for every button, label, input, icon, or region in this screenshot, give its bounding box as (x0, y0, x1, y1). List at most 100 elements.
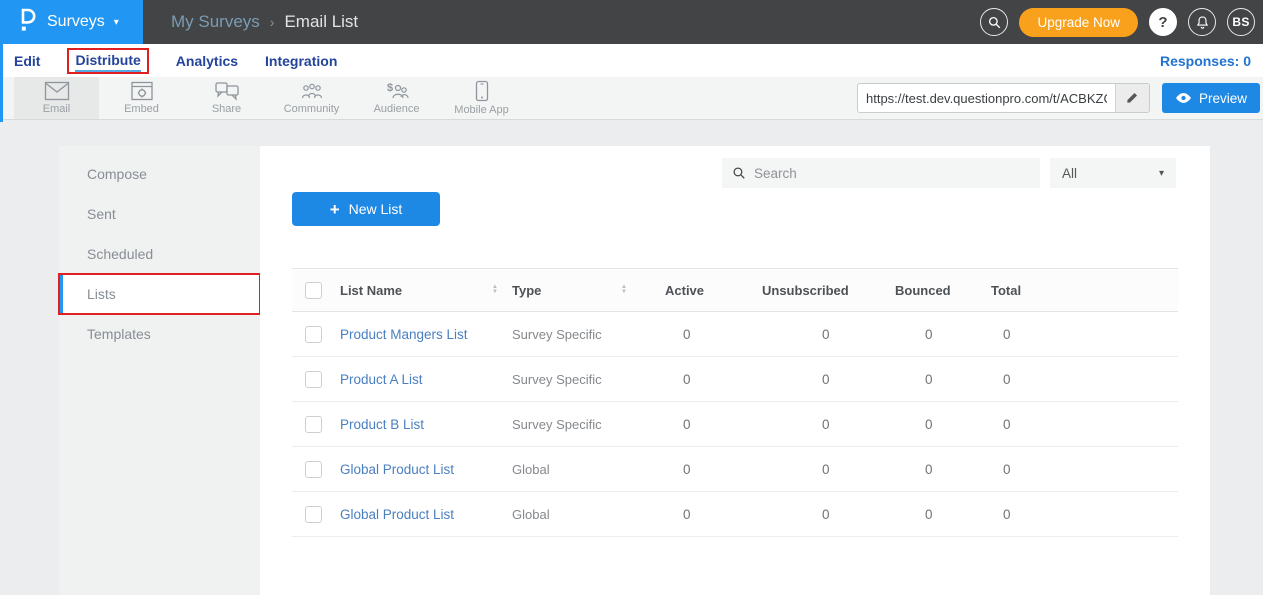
total-count: 0 (991, 372, 1178, 387)
left-edge-accent (0, 44, 3, 122)
list-table-body: Product Mangers List Survey Specific 0 0… (292, 312, 1178, 537)
upgrade-now-button[interactable]: Upgrade Now (1019, 8, 1138, 37)
user-avatar[interactable]: BS (1227, 8, 1255, 36)
row-checkbox[interactable] (305, 371, 322, 388)
column-unsubscribed: Unsubscribed (762, 283, 895, 298)
active-count: 0 (665, 417, 762, 432)
survey-nav: Edit Distribute Analytics Integration Re… (0, 44, 1263, 77)
column-active: Active (665, 283, 762, 298)
new-list-button[interactable]: + New List (292, 192, 440, 226)
breadcrumb-parent[interactable]: My Surveys (171, 12, 260, 32)
bounced-count: 0 (895, 372, 991, 387)
list-type: Survey Specific (512, 327, 665, 342)
search-icon (987, 15, 1002, 30)
audience-icon: $ (384, 81, 410, 101)
tab-edit[interactable]: Edit (14, 51, 40, 71)
channel-email[interactable]: Email (14, 77, 99, 119)
channel-label: Audience (374, 103, 420, 115)
bounced-count: 0 (895, 462, 991, 477)
unsubscribed-count: 0 (762, 372, 895, 387)
distribute-channel-bar: Email Embed Share Community $ Audience M… (0, 77, 1263, 120)
channel-share[interactable]: Share (184, 77, 269, 119)
table-row: Product A List Survey Specific 0 0 0 0 (292, 357, 1178, 402)
app-window: Surveys ▾ My Surveys › Email List Upgrad… (0, 0, 1263, 595)
questionpro-logo-icon (16, 7, 38, 38)
filter-value: All (1062, 166, 1077, 181)
tab-analytics[interactable]: Analytics (176, 51, 238, 71)
column-list-name: List Name ▲▼ (340, 283, 512, 298)
toolbar-right: Preview (857, 77, 1263, 119)
column-total: Total (991, 283, 1178, 298)
survey-url-group (857, 83, 1150, 113)
sidebar-item-sent[interactable]: Sent (59, 194, 260, 234)
top-bar: Surveys ▾ My Surveys › Email List Upgrad… (0, 0, 1263, 44)
preview-button[interactable]: Preview (1162, 83, 1260, 113)
list-name-link[interactable]: Product Mangers List (340, 327, 512, 342)
sidebar-item-compose[interactable]: Compose (59, 154, 260, 194)
share-icon (214, 81, 240, 101)
distribute-highlight-box: Distribute (67, 48, 148, 74)
filter-row: All ▾ (292, 158, 1176, 188)
survey-url-input[interactable] (858, 91, 1115, 106)
breadcrumb: My Surveys › Email List (171, 12, 358, 32)
eye-icon (1175, 92, 1192, 104)
table-row: Product B List Survey Specific 0 0 0 0 (292, 402, 1178, 447)
sort-icon[interactable]: ▲▼ (492, 285, 498, 295)
total-count: 0 (991, 417, 1178, 432)
sidebar-item-lists[interactable]: Lists (59, 274, 260, 314)
channel-audience[interactable]: $ Audience (354, 77, 439, 119)
page-title: Email List (284, 12, 358, 32)
list-type: Global (512, 462, 665, 477)
lists-content: All ▾ + New List List Name ▲▼ (260, 146, 1210, 595)
email-sidebar: Compose Sent Scheduled Lists Templates (59, 146, 260, 595)
list-name-link[interactable]: Global Product List (340, 507, 512, 522)
channel-label: Share (212, 103, 241, 115)
channel-mobile-app[interactable]: Mobile App (439, 77, 524, 119)
column-bounced: Bounced (895, 283, 991, 298)
tab-distribute[interactable]: Distribute (75, 50, 140, 72)
row-checkbox[interactable] (305, 506, 322, 523)
channel-embed[interactable]: Embed (99, 77, 184, 119)
sort-icon[interactable]: ▲▼ (621, 285, 627, 295)
sidebar-item-templates[interactable]: Templates (59, 314, 260, 354)
channel-label: Email (43, 103, 71, 115)
bounced-count: 0 (895, 417, 991, 432)
search-icon (732, 166, 746, 180)
table-row: Global Product List Global 0 0 0 0 (292, 447, 1178, 492)
list-type-filter[interactable]: All ▾ (1050, 158, 1176, 188)
search-box (722, 158, 1040, 188)
tab-integration[interactable]: Integration (265, 51, 337, 71)
channel-community[interactable]: Community (269, 77, 354, 119)
plus-icon: + (330, 201, 340, 218)
top-bar-actions: Upgrade Now ? BS (980, 8, 1263, 37)
search-input[interactable] (754, 166, 1030, 181)
product-label: Surveys (47, 13, 105, 31)
bounced-count: 0 (895, 327, 991, 342)
row-checkbox[interactable] (305, 461, 322, 478)
row-checkbox[interactable] (305, 326, 322, 343)
row-checkbox[interactable] (305, 416, 322, 433)
bounced-count: 0 (895, 507, 991, 522)
question-mark-icon: ? (1158, 14, 1167, 31)
sidebar-item-scheduled[interactable]: Scheduled (59, 234, 260, 274)
notifications-button[interactable] (1188, 8, 1216, 36)
help-button[interactable]: ? (1149, 8, 1177, 36)
select-all-checkbox[interactable] (305, 282, 322, 299)
search-button[interactable] (980, 8, 1008, 36)
community-icon (299, 81, 325, 101)
list-name-link[interactable]: Product A List (340, 372, 512, 387)
chevron-down-icon: ▾ (1159, 168, 1164, 179)
bell-icon (1195, 15, 1210, 30)
edit-url-button[interactable] (1115, 84, 1149, 112)
product-switcher[interactable]: Surveys ▾ (0, 0, 143, 44)
unsubscribed-count: 0 (762, 507, 895, 522)
unsubscribed-count: 0 (762, 327, 895, 342)
list-name-link[interactable]: Global Product List (340, 462, 512, 477)
table-header-row: List Name ▲▼ Type ▲▼ Active Unsubscribed… (292, 268, 1178, 312)
new-list-label: New List (349, 201, 403, 217)
responses-count[interactable]: Responses: 0 (1160, 53, 1251, 69)
pencil-icon (1125, 91, 1139, 105)
table-row: Product Mangers List Survey Specific 0 0… (292, 312, 1178, 357)
table-row: Global Product List Global 0 0 0 0 (292, 492, 1178, 537)
list-name-link[interactable]: Product B List (340, 417, 512, 432)
